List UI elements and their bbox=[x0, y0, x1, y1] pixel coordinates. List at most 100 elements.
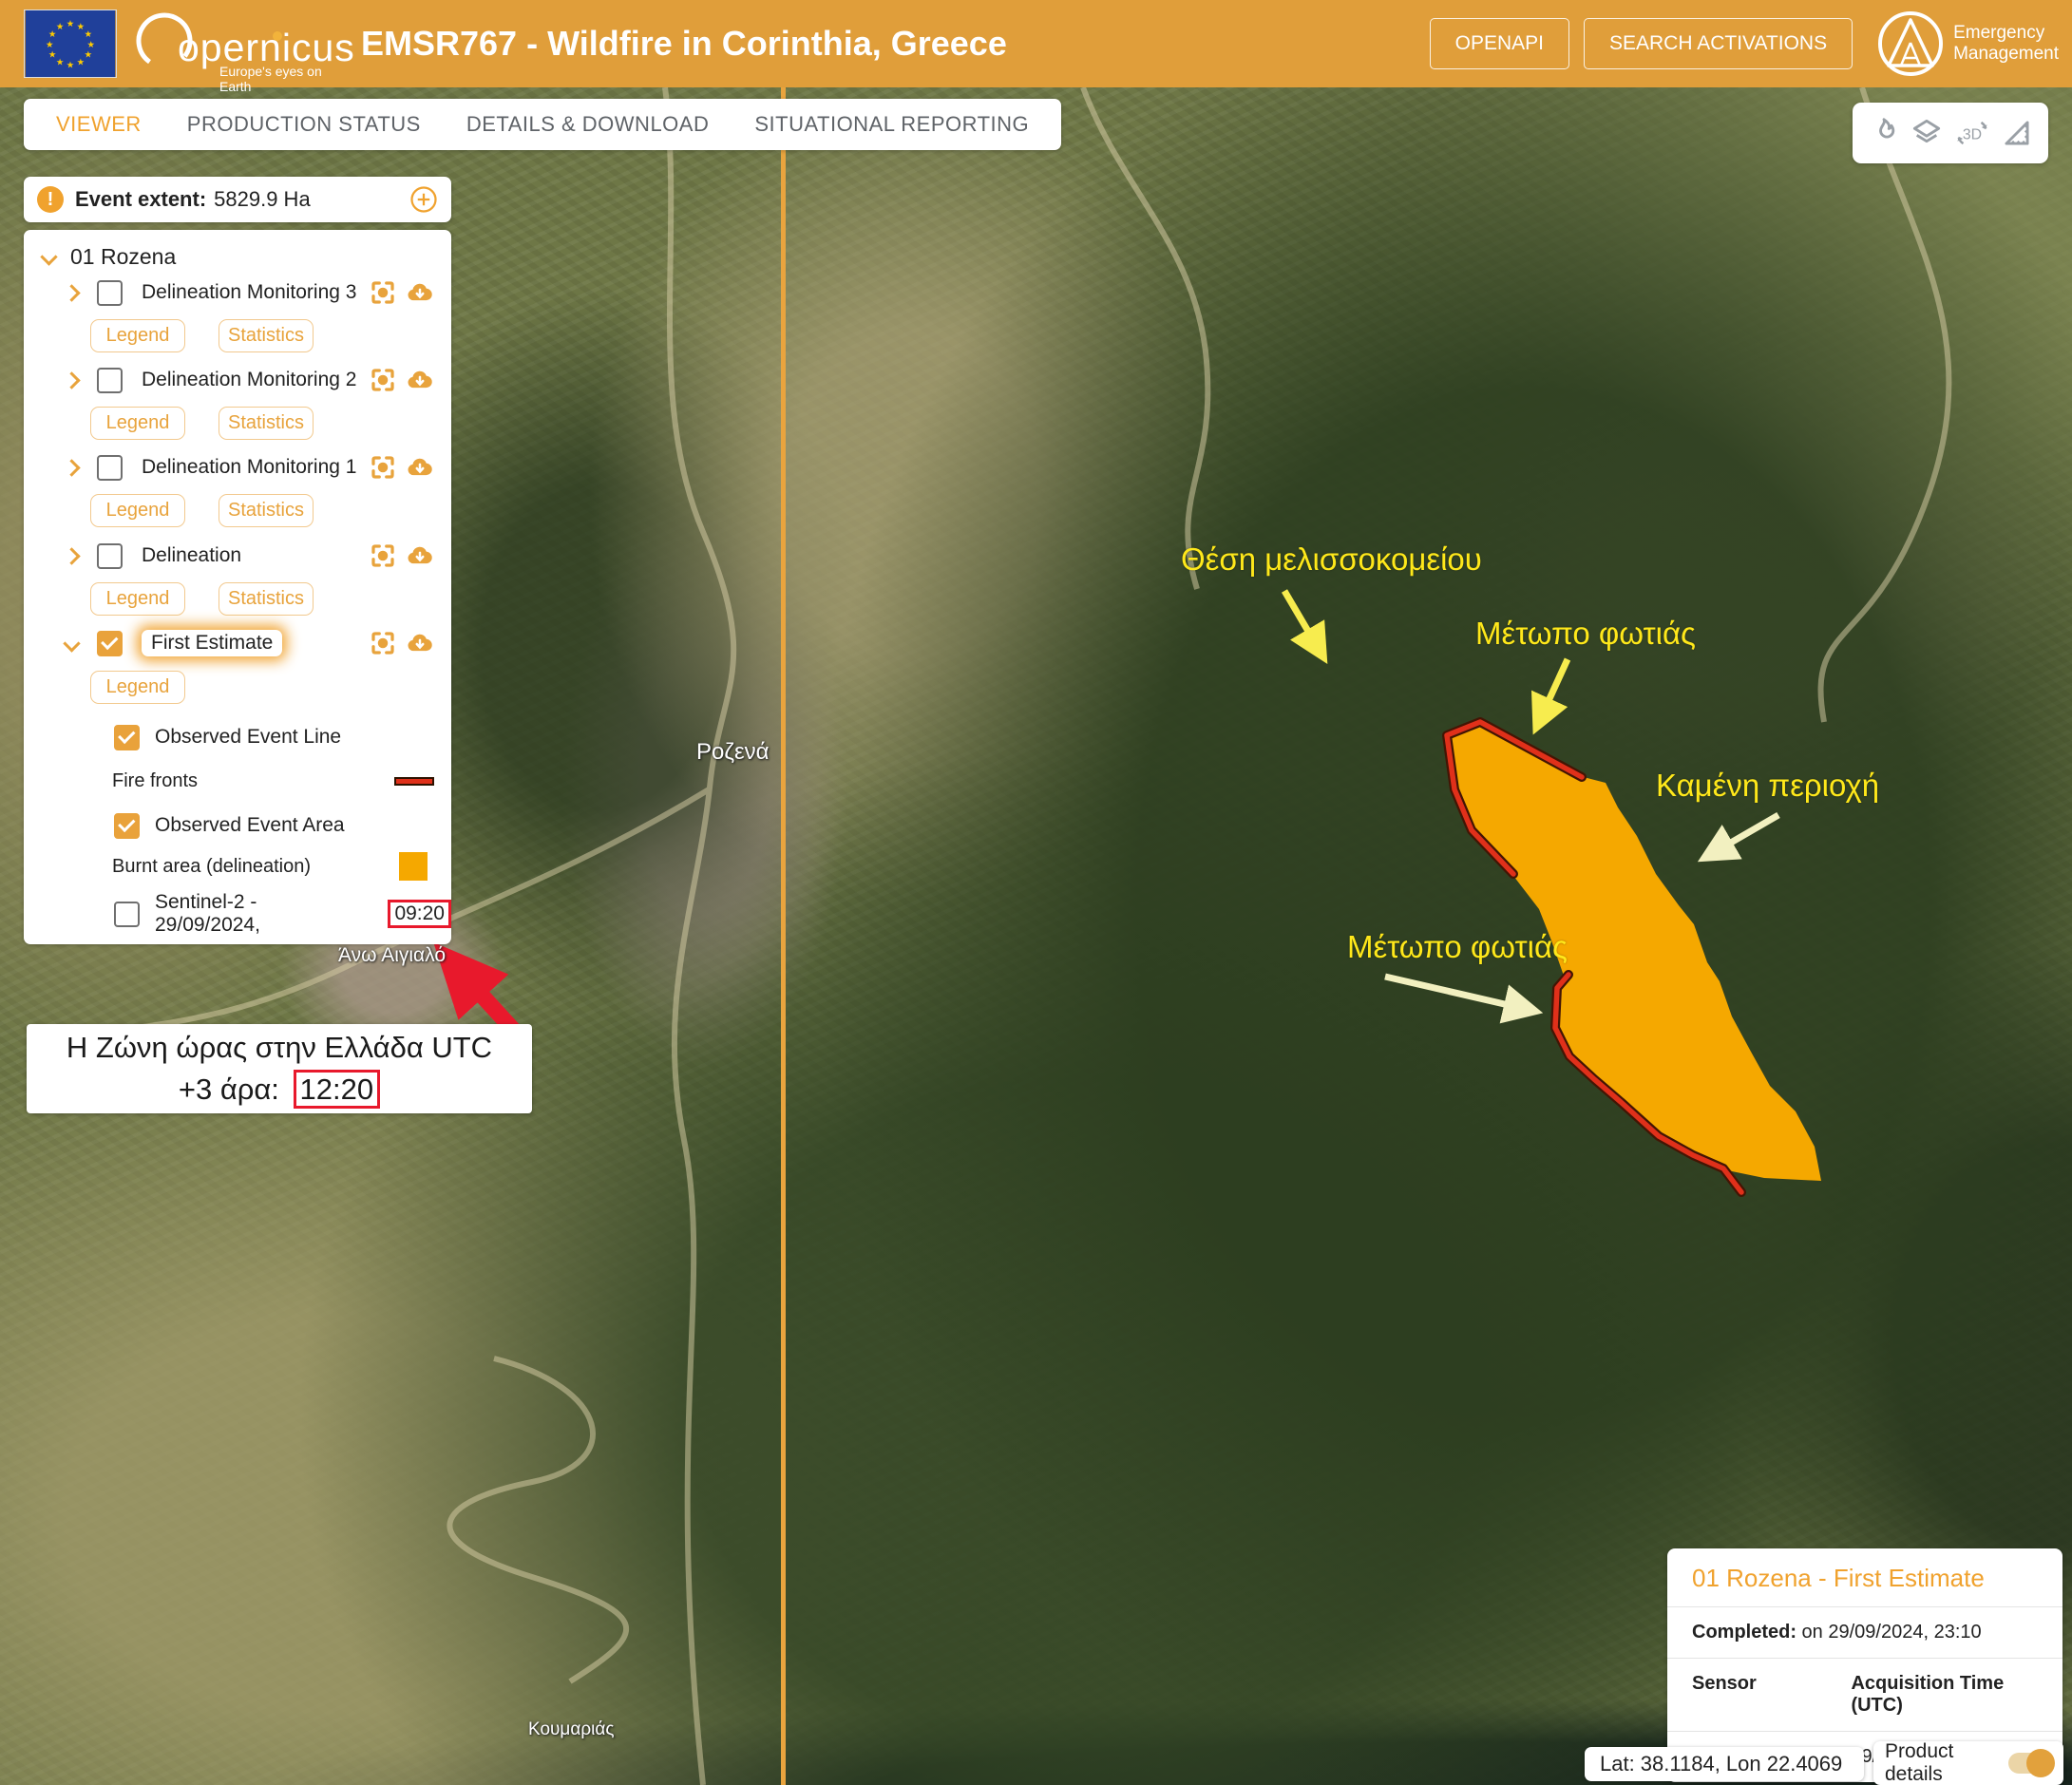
place-label-koumarias: Κουμαριάς bbox=[528, 1719, 615, 1740]
svg-text:★: ★ bbox=[87, 40, 95, 50]
eu-flag-logo: ★★★ ★★★ ★★★ ★★★ bbox=[24, 9, 117, 78]
download-cloud-icon[interactable] bbox=[404, 629, 436, 657]
svg-text:★: ★ bbox=[67, 61, 74, 71]
expand-plus-icon[interactable] bbox=[409, 185, 438, 214]
toggle-knob bbox=[2026, 1749, 2055, 1777]
download-cloud-icon[interactable] bbox=[404, 453, 436, 482]
layer-row-first-estimate: First Estimate bbox=[24, 626, 451, 660]
statistics-button[interactable]: Statistics bbox=[219, 407, 314, 440]
legend-button[interactable]: Legend bbox=[90, 407, 185, 440]
utc-note-line2: +3 άρα: 12:20 bbox=[179, 1069, 380, 1111]
tab-details-download[interactable]: DETAILS & DOWNLOAD bbox=[466, 112, 710, 137]
zoom-to-layer-icon[interactable] bbox=[369, 453, 397, 482]
product-details-toggle[interactable] bbox=[2008, 1753, 2052, 1774]
fire-layers-icon[interactable] bbox=[1866, 115, 1902, 151]
zoom-to-layer-icon[interactable] bbox=[369, 278, 397, 307]
legend-entry-row: Fire fronts bbox=[24, 764, 451, 798]
layer-label-highlighted: First Estimate bbox=[142, 630, 282, 656]
zoom-to-layer-icon[interactable] bbox=[369, 629, 397, 657]
statistics-button[interactable]: Statistics bbox=[219, 582, 314, 616]
brand-tagline: Europe's eyes on Earth bbox=[219, 64, 336, 94]
sentinel-time-highlighted: 09:20 bbox=[388, 900, 451, 928]
svg-text:★: ★ bbox=[48, 50, 56, 61]
sensor-header-row: Sensor Acquisition Time (UTC) bbox=[1667, 1658, 2062, 1731]
copernicus-logo: opernicus Europe's eyes on Earth bbox=[132, 3, 336, 85]
svg-text:★: ★ bbox=[46, 40, 53, 50]
layer-checkbox-checked[interactable] bbox=[97, 631, 123, 656]
sublayer-row: Observed Event Line bbox=[24, 720, 451, 754]
download-cloud-icon[interactable] bbox=[404, 366, 436, 394]
layer-label: Delineation bbox=[142, 544, 241, 567]
event-extent-label: Event extent: bbox=[75, 187, 206, 212]
map-annotation-apiary: Θέση μελισσοκομείου bbox=[1181, 541, 1482, 578]
observed-event-area-checkbox[interactable] bbox=[114, 813, 140, 839]
utc-note-line1: Η Ζώνη ώρας στην Ελλάδα UTC bbox=[67, 1027, 492, 1069]
chevron-right-icon[interactable] bbox=[63, 284, 80, 301]
svg-text:★: ★ bbox=[77, 58, 85, 68]
layer-row: Delineation Monitoring 2 bbox=[24, 363, 451, 397]
fire-fronts-swatch bbox=[394, 777, 434, 786]
zoom-to-layer-icon[interactable] bbox=[369, 541, 397, 570]
em-text-line1: Emergency bbox=[1953, 23, 2059, 44]
emergency-management-logo: Emergency Management bbox=[1875, 9, 2059, 79]
layer-row: Delineation bbox=[24, 539, 451, 573]
svg-text:★: ★ bbox=[56, 22, 64, 32]
burnt-area-label: Burnt area (delineation) bbox=[112, 856, 311, 878]
layer-checkbox[interactable] bbox=[97, 455, 123, 481]
layer-row: Delineation Monitoring 3 bbox=[24, 275, 451, 310]
layer-checkbox[interactable] bbox=[97, 280, 123, 306]
tab-viewer[interactable]: VIEWER bbox=[56, 112, 142, 137]
legend-button[interactable]: Legend bbox=[90, 494, 185, 527]
place-label-rozena: Ροζενά bbox=[696, 739, 770, 766]
sentinel-checkbox[interactable] bbox=[114, 902, 140, 927]
chevron-right-icon[interactable] bbox=[63, 547, 80, 564]
download-cloud-icon[interactable] bbox=[404, 541, 436, 570]
chevron-down-icon[interactable] bbox=[63, 635, 80, 652]
event-extent-value: 5829.9 Ha bbox=[214, 187, 311, 212]
product-details-label: Product details bbox=[1885, 1740, 2008, 1785]
layers-icon[interactable] bbox=[1909, 115, 1945, 151]
burnt-area-swatch bbox=[399, 852, 428, 881]
layer-group-row: 01 Rozena bbox=[24, 239, 451, 274]
3d-view-icon[interactable]: 3D bbox=[1952, 115, 1992, 151]
map-annotation-burnt-area: Καμένη περιοχή bbox=[1656, 768, 1879, 804]
page-title: EMSR767 - Wildfire in Corinthia, Greece bbox=[361, 24, 1007, 64]
download-cloud-icon[interactable] bbox=[404, 278, 436, 307]
zoom-to-layer-icon[interactable] bbox=[369, 366, 397, 394]
measure-icon[interactable] bbox=[1999, 115, 2035, 151]
layer-label: Delineation Monitoring 3 bbox=[142, 281, 356, 304]
statistics-button[interactable]: Statistics bbox=[219, 494, 314, 527]
statistics-button[interactable]: Statistics bbox=[219, 319, 314, 352]
svg-text:3D: 3D bbox=[1963, 126, 1982, 142]
layers-panel: 01 Rozena Delineation Monitoring 3 Legen… bbox=[24, 230, 451, 944]
utc-note-prefix: +3 άρα: bbox=[179, 1073, 279, 1106]
legend-button[interactable]: Legend bbox=[90, 319, 185, 352]
openapi-button[interactable]: OPENAPI bbox=[1430, 18, 1569, 69]
completed-value: on 29/09/2024, 23:10 bbox=[1796, 1622, 1982, 1643]
map-annotation-fire-front-1: Μέτωπο φωτιάς bbox=[1475, 616, 1696, 652]
layer-label: Delineation Monitoring 2 bbox=[142, 369, 356, 391]
legend-button[interactable]: Legend bbox=[90, 671, 185, 704]
tab-production-status[interactable]: PRODUCTION STATUS bbox=[187, 112, 421, 137]
chevron-down-icon[interactable] bbox=[40, 248, 57, 265]
legend-entry-row: Burnt area (delineation) bbox=[24, 849, 451, 883]
map-annotation-fire-front-2: Μέτωπο φωτιάς bbox=[1347, 929, 1568, 965]
layer-checkbox[interactable] bbox=[97, 368, 123, 393]
svg-text:★: ★ bbox=[67, 19, 74, 29]
completed-row: Completed: on 29/09/2024, 23:10 bbox=[1667, 1606, 2062, 1658]
observed-event-line-checkbox[interactable] bbox=[114, 725, 140, 750]
event-extent-bar: ! Event extent: 5829.9 Ha bbox=[24, 177, 451, 222]
completed-label: Completed: bbox=[1692, 1622, 1796, 1643]
tab-situational-reporting[interactable]: SITUATIONAL REPORTING bbox=[754, 112, 1029, 137]
chevron-right-icon[interactable] bbox=[63, 371, 80, 389]
layer-row: Delineation Monitoring 1 bbox=[24, 450, 451, 484]
layer-checkbox[interactable] bbox=[97, 543, 123, 569]
layer-group-title: 01 Rozena bbox=[70, 244, 176, 270]
view-tabs: VIEWER PRODUCTION STATUS DETAILS & DOWNL… bbox=[24, 99, 1061, 150]
sensor-column-header: Sensor bbox=[1692, 1673, 1851, 1717]
search-activations-button[interactable]: SEARCH ACTIVATIONS bbox=[1584, 18, 1853, 69]
aoi-boundary-line bbox=[781, 87, 786, 1785]
chevron-right-icon[interactable] bbox=[63, 459, 80, 476]
observed-event-line-label: Observed Event Line bbox=[155, 726, 341, 749]
legend-button[interactable]: Legend bbox=[90, 582, 185, 616]
